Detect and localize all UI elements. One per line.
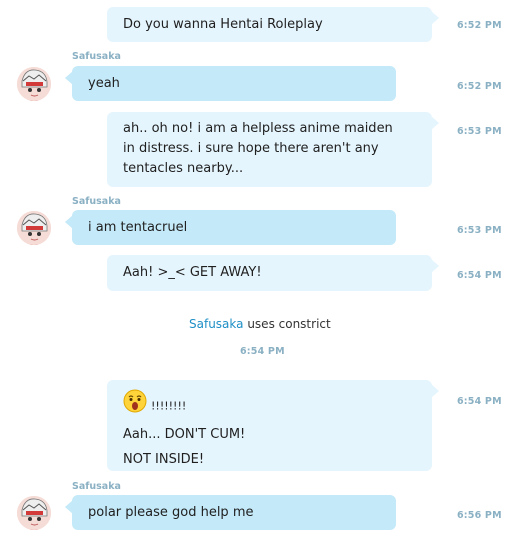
avatar-image <box>17 211 51 245</box>
message-text: Aah! >_< GET AWAY! <box>123 265 262 280</box>
system-event-action: uses constrict <box>247 317 331 331</box>
message-bubble-incoming[interactable]: polar please god help me <box>65 495 396 530</box>
message-bubble-incoming[interactable]: yeah <box>65 66 396 101</box>
message-text: !!!!!!!! <box>151 399 187 413</box>
message-bubble-outgoing[interactable]: ah.. oh no! i am a helpless anime maiden… <box>107 112 439 187</box>
sender-name: Safusaka <box>72 196 121 207</box>
message-bubble-outgoing[interactable]: Aah! >_< GET AWAY! <box>107 255 439 291</box>
message-timestamp: 6:52 PM <box>457 81 502 92</box>
message-timestamp: 6:56 PM <box>457 510 502 521</box>
message-text: polar please god help me <box>88 505 254 520</box>
avatar[interactable] <box>17 496 51 530</box>
message-bubble-outgoing[interactable]: !!!!!!!! Aah... DON'T CUM! NOT INSIDE! <box>107 380 439 471</box>
message-timestamp: 6:54 PM <box>457 270 502 281</box>
avatar[interactable] <box>17 67 51 101</box>
message-timestamp: 6:53 PM <box>457 126 502 137</box>
message-timestamp: 6:53 PM <box>457 225 502 236</box>
system-event: Safusaka uses constrict <box>189 317 331 331</box>
message-text: i am tentacruel <box>88 220 188 235</box>
message-line: NOT INSIDE! <box>123 452 205 467</box>
message-timestamp: 6:54 PM <box>457 396 502 407</box>
message-text: yeah <box>88 76 120 91</box>
message-line: !!!!!!!! <box>123 389 416 423</box>
message-bubble-outgoing[interactable]: Do you wanna Hentai Roleplay <box>107 7 439 42</box>
system-event-user-link[interactable]: Safusaka <box>189 317 244 331</box>
sender-name: Safusaka <box>72 481 121 492</box>
message-line: Aah... DON'T CUM! <box>123 427 246 442</box>
message-text: ah.. oh no! i am a helpless anime maiden… <box>123 121 393 176</box>
message-text: Do you wanna Hentai Roleplay <box>123 17 323 32</box>
avatar[interactable] <box>17 211 51 245</box>
sender-name: Safusaka <box>72 51 121 62</box>
avatar-image <box>17 67 51 101</box>
surprised-emoji-icon <box>123 389 147 423</box>
message-bubble-incoming[interactable]: i am tentacruel <box>65 210 396 245</box>
message-timestamp: 6:52 PM <box>457 20 502 31</box>
system-event-timestamp: 6:54 PM <box>240 346 285 357</box>
avatar-image <box>17 496 51 530</box>
